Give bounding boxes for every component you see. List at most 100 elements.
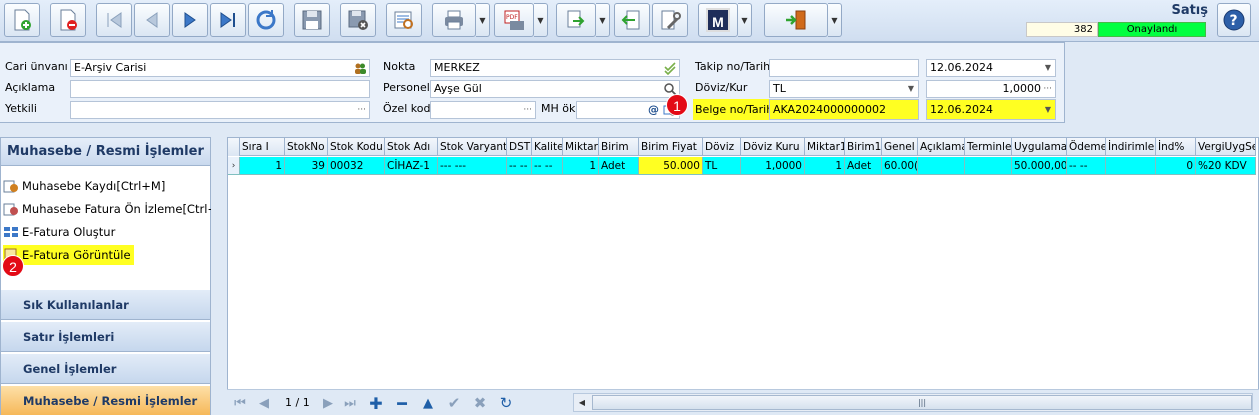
delete-record-button[interactable]	[50, 3, 86, 37]
left-item-fatura-onizleme[interactable]: Muhasebe Fatura Ön İzleme[Ctrl+I]	[3, 199, 225, 219]
move-up-icon[interactable]: ▲	[419, 395, 437, 411]
save-button[interactable]	[294, 3, 330, 37]
ellipsis-icon[interactable]: ···	[1043, 81, 1052, 97]
column-header[interactable]: Döviz	[703, 138, 741, 156]
table-cell[interactable]: -- --	[532, 157, 563, 175]
refresh-grid-icon[interactable]: ↻	[497, 394, 515, 412]
mhok-input[interactable]: @	[576, 101, 680, 119]
settings-button[interactable]	[652, 3, 688, 37]
column-header[interactable]: Miktar	[563, 138, 599, 156]
table-cell[interactable]: 1,0000	[741, 157, 805, 175]
pdf-button[interactable]: PDF	[494, 3, 534, 37]
column-header[interactable]: Birim1	[845, 138, 882, 156]
import-button[interactable]	[614, 3, 650, 37]
group-genel-islemler[interactable]: Genel İşlemler	[1, 353, 210, 384]
belge-date-input[interactable]: 12.06.2024 ▼	[926, 99, 1056, 120]
print-dropdown[interactable]: ▼	[476, 3, 490, 37]
aciklama-input[interactable]	[70, 80, 370, 98]
table-cell[interactable]: -- --	[1067, 157, 1106, 175]
kur-input[interactable]: 1,0000 ···	[926, 80, 1056, 98]
table-cell[interactable]: --- ---	[438, 157, 507, 175]
column-header[interactable]: DST	[507, 138, 532, 156]
export-button[interactable]	[556, 3, 596, 37]
next-page-icon[interactable]: ▶	[319, 395, 337, 411]
column-header[interactable]: İndirimler	[1106, 138, 1156, 156]
column-header[interactable]: Sıra I	[240, 138, 285, 156]
table-cell[interactable]: %20 KDV	[1196, 157, 1256, 175]
export-dropdown[interactable]: ▼	[596, 3, 610, 37]
cancel-save-button[interactable]	[340, 3, 376, 37]
table-cell[interactable]: 1	[563, 157, 599, 175]
last-page-icon[interactable]: ⏭	[341, 395, 359, 411]
exit-button[interactable]	[764, 3, 828, 37]
column-header[interactable]: Stok Varyantı	[438, 138, 507, 156]
column-header[interactable]: Döviz Kuru	[741, 138, 805, 156]
table-cell[interactable]: -- --	[507, 157, 532, 175]
table-cell[interactable]: 60.00(	[882, 157, 918, 175]
column-header[interactable]: İnd%	[1156, 138, 1196, 156]
table-cell[interactable]: Adet	[845, 157, 882, 175]
ellipsis-icon[interactable]: ···	[523, 102, 532, 118]
cancel-edit-icon[interactable]: ✖	[471, 394, 489, 412]
column-header[interactable]: Miktar1	[805, 138, 845, 156]
table-cell[interactable]: CİHAZ-1	[385, 157, 438, 175]
help-button[interactable]: ?	[1217, 3, 1251, 37]
previous-page-icon[interactable]: ◀	[255, 395, 273, 411]
exit-dropdown[interactable]: ▼	[828, 3, 842, 37]
table-cell[interactable]	[918, 157, 965, 175]
previous-record-button[interactable]	[134, 3, 170, 37]
column-header[interactable]: Ödeme	[1067, 138, 1106, 156]
column-header[interactable]: UygulamaF	[1012, 138, 1067, 156]
column-header[interactable]: VergiUygSet	[1196, 138, 1256, 156]
takip-date-input[interactable]: 12.06.2024 ▼	[926, 59, 1056, 77]
column-header[interactable]: Stok Adı	[385, 138, 438, 156]
cari-input[interactable]: E-Arşiv Carisi	[70, 59, 370, 77]
table-cell[interactable]: 50.000,00	[1012, 157, 1067, 175]
panel-splitter[interactable]	[211, 137, 227, 415]
module-m-dropdown[interactable]: ▼	[738, 3, 752, 37]
print-button[interactable]	[432, 3, 476, 37]
chevron-down-icon[interactable]: ▼	[1045, 60, 1051, 76]
row-indicator-icon[interactable]: ›	[228, 157, 240, 175]
column-header[interactable]: Birim Fiyat	[639, 138, 703, 156]
users-icon[interactable]	[353, 61, 367, 75]
ozelkod-input[interactable]: ···	[430, 101, 536, 119]
confirm-edit-icon[interactable]: ✔	[445, 394, 463, 412]
at-sign-icon[interactable]: @	[648, 102, 659, 118]
preview-button[interactable]	[386, 3, 422, 37]
module-m-button[interactable]: M	[698, 3, 738, 37]
refresh-button[interactable]	[248, 3, 284, 37]
personel-input[interactable]: Ayşe Gül	[430, 80, 680, 98]
column-header[interactable]: Açıklama	[918, 138, 965, 156]
table-cell[interactable]: TL	[703, 157, 741, 175]
column-header[interactable]: Birim	[599, 138, 639, 156]
scroll-left-icon[interactable]: ◀	[574, 394, 590, 411]
pdf-dropdown[interactable]: ▼	[534, 3, 548, 37]
left-item-efatura-olustur[interactable]: E-Fatura Oluştur	[3, 222, 115, 242]
column-header[interactable]: Kalite	[532, 138, 563, 156]
table-cell[interactable]	[1106, 157, 1156, 175]
group-satir-islemleri[interactable]: Satır İşlemleri	[1, 321, 210, 352]
table-cell-selected[interactable]: 50.000	[639, 157, 703, 175]
belge-no-input[interactable]: AKA2024000000002	[769, 99, 919, 120]
table-cell[interactable]: Adet	[599, 157, 639, 175]
horizontal-scrollbar[interactable]: ◀ |||	[573, 393, 1253, 412]
column-header[interactable]: Genel	[882, 138, 918, 156]
table-cell[interactable]: 00032	[328, 157, 385, 175]
table-cell[interactable]: 1	[240, 157, 285, 175]
next-record-button[interactable]	[172, 3, 208, 37]
column-header[interactable]: Stok Kodu	[328, 138, 385, 156]
chevron-down-icon[interactable]: ▼	[908, 81, 914, 97]
yetkili-input[interactable]: ···	[70, 101, 370, 119]
takip-input[interactable]	[769, 59, 919, 77]
check-icon[interactable]	[663, 61, 677, 75]
remove-row-icon[interactable]: ━	[393, 394, 411, 413]
new-record-button[interactable]	[4, 3, 40, 37]
left-item-muhasebe-kaydi[interactable]: Muhasebe Kaydı[Ctrl+M]	[3, 176, 165, 196]
table-cell[interactable]: 39	[285, 157, 328, 175]
chevron-down-icon[interactable]: ▼	[1045, 100, 1051, 119]
scroll-thumb[interactable]: |||	[592, 395, 1252, 410]
last-record-button[interactable]	[210, 3, 246, 37]
nokta-input[interactable]: MERKEZ	[430, 59, 680, 77]
table-cell[interactable]: 1	[805, 157, 845, 175]
